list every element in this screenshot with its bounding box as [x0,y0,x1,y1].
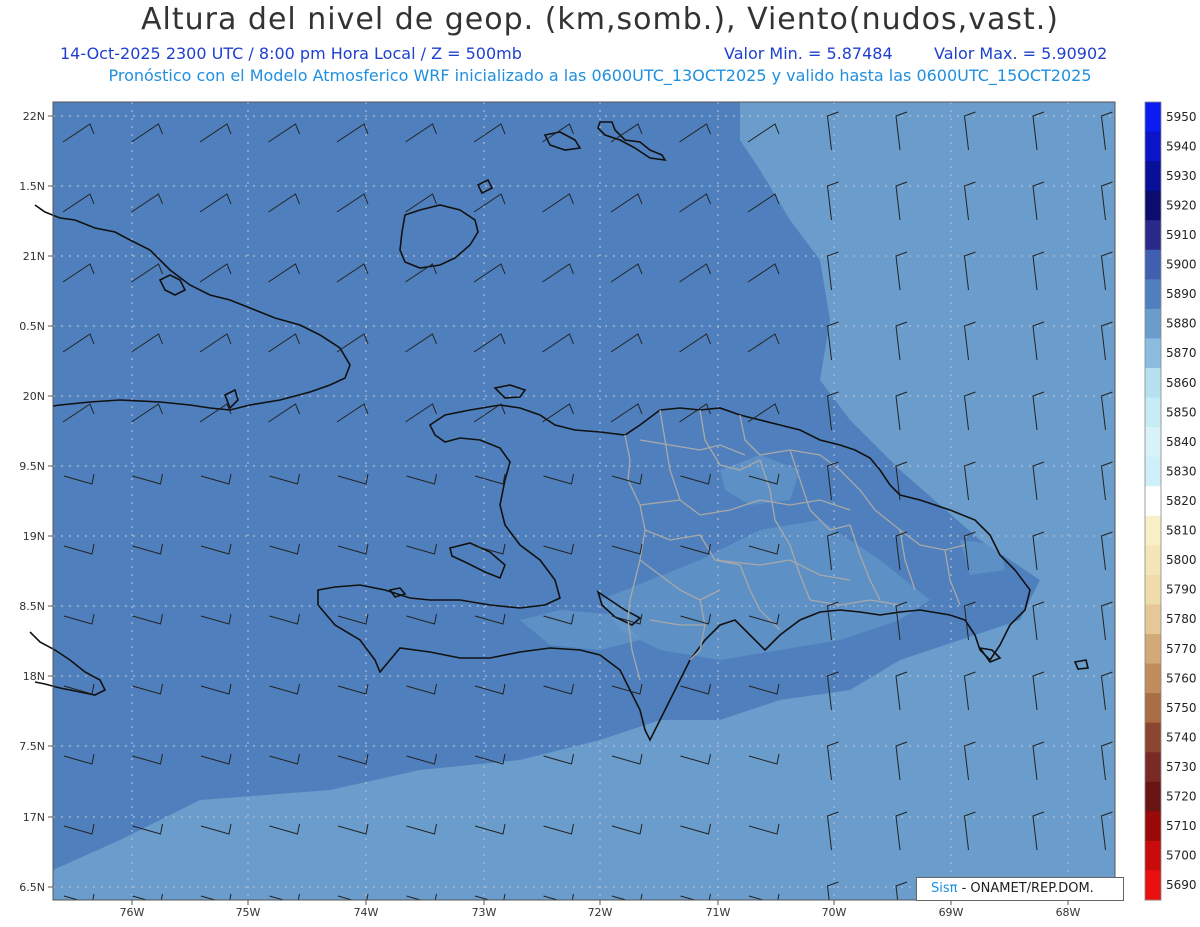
colorbar-label: 5870 [1166,346,1197,360]
min-value: Valor Min. = 5.87484 [724,44,893,63]
colorbar-swatch [1145,249,1161,280]
credit-brand: Sisπ [931,881,958,896]
colorbar-swatch [1145,397,1161,428]
geopotential-field [53,102,1115,900]
lat-label: 6.5N [19,881,45,894]
colorbar-swatch [1145,131,1161,162]
map-title: Altura del nivel de geop. (km,somb.), Vi… [141,2,1059,37]
colorbar-label: 5740 [1166,730,1197,744]
lat-label: 19N [23,530,45,543]
latitude-labels: 22N 1.5N 21N 0.5N 20N 9.5N 19N 8.5N 18N 7.5N 17N 6.… [19,110,53,894]
lat-label: 20N [23,390,45,403]
colorbar-swatch [1145,545,1161,576]
colorbar-label: 5890 [1166,287,1197,301]
colorbar-swatch [1145,840,1161,871]
colorbar-label: 5820 [1166,494,1197,508]
lat-label: 9.5N [19,460,45,473]
lat-label: 1.5N [19,180,45,193]
colorbar-label: 5710 [1166,819,1197,833]
colorbar-label: 5790 [1166,583,1197,597]
weather-map: 22N 1.5N 21N 0.5N 20N 9.5N 19N 8.5N 18N 7.5N 17N 6.… [19,101,1197,919]
lat-label: 7.5N [19,740,45,753]
lon-label: 72W [588,906,613,919]
forecast-time: 14-Oct-2025 2300 UTC / 8:00 pm Hora Loca… [60,44,522,63]
colorbar: 5950 5940 5930 5920 5910 5900 5890 5880 5870 5860… [1144,101,1197,901]
colorbar-swatch [1145,279,1161,310]
credit-box: Sisπ - ONAMET/REP.DOM. [916,877,1124,901]
colorbar-swatch [1145,811,1161,842]
lon-label: 69W [939,906,964,919]
colorbar-swatch [1145,781,1161,812]
colorbar-swatch [1145,870,1161,901]
colorbar-label: 5930 [1166,169,1197,183]
colorbar-swatch [1145,574,1161,605]
colorbar-label: 5750 [1166,701,1197,715]
lat-label: 17N [23,811,45,824]
colorbar-swatch [1145,368,1161,399]
colorbar-swatch [1145,308,1161,339]
colorbar-swatch [1145,456,1161,487]
colorbar-swatch [1145,604,1161,635]
lon-label: 75W [236,906,261,919]
lon-label: 73W [472,906,497,919]
lat-label: 8.5N [19,600,45,613]
colorbar-label: 5730 [1166,760,1197,774]
colorbar-label: 5720 [1166,790,1197,804]
colorbar-label: 5810 [1166,524,1197,538]
colorbar-swatch [1145,220,1161,251]
colorbar-label: 5850 [1166,405,1197,419]
longitude-labels: 76W 75W 74W 73W 72W 71W 70W 69W 68W [120,900,1081,919]
lon-label: 71W [706,906,731,919]
colorbar-label: 5920 [1166,198,1197,212]
colorbar-swatch [1145,693,1161,724]
colorbar-label: 5760 [1166,671,1197,685]
lon-label: 74W [354,906,379,919]
colorbar-label: 5900 [1166,258,1197,272]
model-run-info: Pronóstico con el Modelo Atmosferico WRF… [108,66,1092,85]
colorbar-label: 5700 [1166,849,1197,863]
colorbar-swatch [1145,722,1161,753]
colorbar-label: 5780 [1166,612,1197,626]
lon-label: 68W [1056,906,1081,919]
colorbar-label: 5940 [1166,139,1197,153]
colorbar-label: 5840 [1166,435,1197,449]
lat-label: 18N [23,670,45,683]
colorbar-swatch [1145,634,1161,665]
colorbar-label: 5860 [1166,376,1197,390]
colorbar-swatch [1145,663,1161,694]
colorbar-label: 5830 [1166,464,1197,478]
colorbar-swatch [1145,515,1161,546]
colorbar-swatch [1145,102,1161,133]
colorbar-label: 5910 [1166,228,1197,242]
colorbar-swatch [1145,427,1161,458]
colorbar-label: 5770 [1166,642,1197,656]
lon-label: 70W [822,906,847,919]
lon-label: 76W [120,906,145,919]
colorbar-label: 5800 [1166,553,1197,567]
colorbar-swatch [1145,752,1161,783]
colorbar-swatch [1145,338,1161,369]
lat-label: 22N [23,110,45,123]
colorbar-swatch [1145,190,1161,221]
colorbar-label: 5950 [1166,110,1197,124]
lat-label: 0.5N [19,320,45,333]
max-value: Valor Max. = 5.90902 [934,44,1108,63]
colorbar-label: 5690 [1166,878,1197,892]
lat-label: 21N [23,250,45,263]
colorbar-swatch [1145,161,1161,192]
credit-org: - ONAMET/REP.DOM. [957,881,1094,896]
colorbar-swatch [1145,486,1161,517]
colorbar-label: 5880 [1166,317,1197,331]
